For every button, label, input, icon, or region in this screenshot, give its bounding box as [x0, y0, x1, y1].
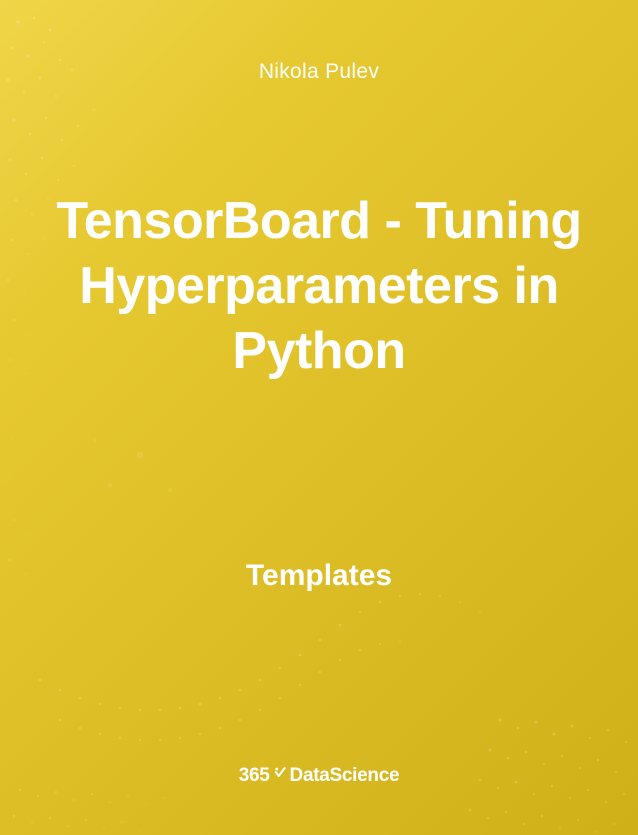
document-subtitle: Templates — [246, 559, 392, 593]
checkmark-icon — [273, 765, 287, 783]
decorative-dots-background — [0, 0, 638, 835]
logo-suffix: DataScience — [290, 765, 400, 787]
cover-page: Nikola Pulev TensorBoard - Tuning Hyperp… — [0, 0, 638, 835]
author-name: Nikola Pulev — [259, 60, 379, 84]
logo-prefix: 365 — [239, 765, 270, 787]
document-title: TensorBoard - Tuning Hyperparameters in … — [0, 189, 638, 384]
brand-logo: 365 DataScience — [239, 765, 400, 787]
